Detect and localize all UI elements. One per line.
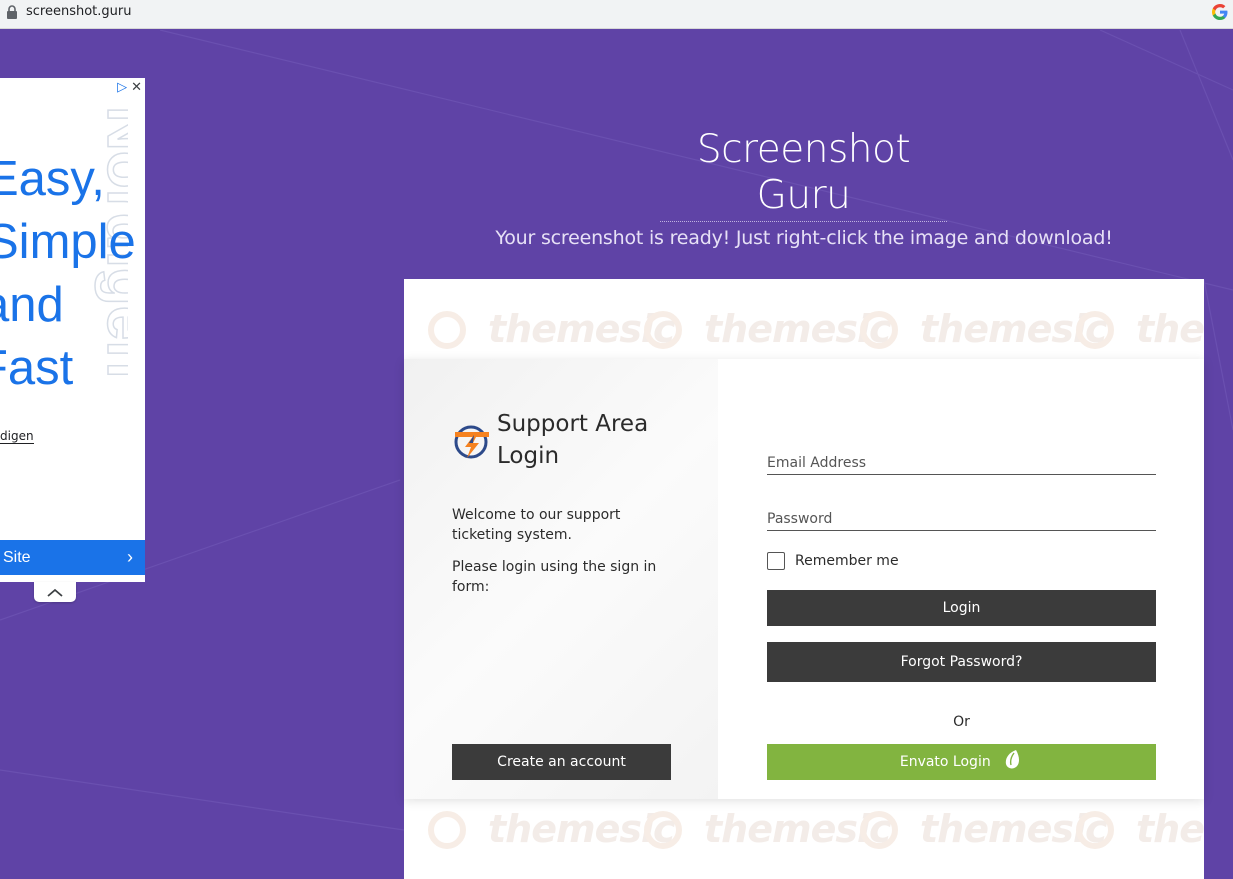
remember-me-label[interactable]: Remember me xyxy=(795,553,899,569)
envato-login-label: Envato Login xyxy=(899,754,991,770)
forgot-password-button[interactable]: Forgot Password? xyxy=(767,642,1156,682)
login-card: Support Area Login Welcome to our suppor… xyxy=(404,359,1204,799)
ad-play-icon[interactable]: ▷ xyxy=(117,80,127,95)
watermark-text: themesic xyxy=(1136,807,1204,851)
envato-login-button[interactable]: Envato Login xyxy=(767,744,1156,780)
ad-banner[interactable]: ▷✕ Nordigen Easy, Simple and Fast digen … xyxy=(0,78,145,582)
watermark-logo-icon xyxy=(1076,311,1114,349)
login-title: Support Area Login xyxy=(497,411,649,469)
ad-choices[interactable]: ▷ ✕ xyxy=(117,80,142,95)
or-divider: Or xyxy=(953,714,970,730)
google-icon[interactable] xyxy=(1211,3,1229,21)
browser-address-bar[interactable]: screenshot.guru xyxy=(0,0,1233,29)
ad-line: Easy, xyxy=(0,152,105,206)
ad-close-icon[interactable]: ✕ xyxy=(131,80,142,95)
watermark-logo-icon xyxy=(860,311,898,349)
ad-line: and xyxy=(0,278,64,332)
ad-collapse-tab[interactable] xyxy=(34,582,76,602)
watermark-logo-icon xyxy=(428,311,466,349)
watermark-logo-icon xyxy=(644,311,682,349)
watermark-logo-icon xyxy=(644,811,682,849)
remember-me-checkbox[interactable] xyxy=(767,552,785,570)
create-account-button[interactable]: Create an account xyxy=(452,744,671,780)
instructions-text: Please login using the sign in form: xyxy=(452,559,657,595)
watermark-logo-icon xyxy=(1076,811,1114,849)
ad-link[interactable]: digen xyxy=(0,429,34,444)
password-field-wrap xyxy=(767,508,1156,531)
welcome-text: Welcome to our support ticketing system. xyxy=(452,507,621,543)
ad-headline[interactable]: Easy, Simple and Fast xyxy=(0,148,136,400)
envato-leaf-icon xyxy=(1005,750,1020,769)
page-subtitle: Your screenshot is ready! Just right-cli… xyxy=(495,227,1113,249)
ad-site-button-label: Site xyxy=(3,549,31,566)
remember-me-row[interactable]: Remember me xyxy=(767,552,967,572)
chevron-right-icon: › xyxy=(127,547,133,567)
url-text[interactable]: screenshot.guru xyxy=(26,4,132,19)
email-input[interactable] xyxy=(767,452,1156,474)
site-title: Screenshot Guru xyxy=(660,127,947,222)
watermark-logo-icon xyxy=(860,811,898,849)
watermark-text: themesic xyxy=(1136,307,1204,351)
lock-icon xyxy=(7,5,17,19)
login-button[interactable]: Login xyxy=(767,590,1156,626)
login-info-pane: Support Area Login Welcome to our suppor… xyxy=(404,359,718,799)
ad-line: Fast xyxy=(0,341,74,395)
watermark-row: themesic themesic themesic themesic xyxy=(404,297,1204,367)
email-field-wrap xyxy=(767,452,1156,475)
ad-site-button[interactable]: Site › xyxy=(0,540,145,575)
brand-logo-icon xyxy=(454,425,489,459)
ad-line: Simple xyxy=(0,215,136,269)
chevron-up-icon xyxy=(47,588,63,597)
watermark-logo-icon xyxy=(428,811,466,849)
watermark-row: themesic themesic themesic themesic xyxy=(404,797,1204,867)
password-input[interactable] xyxy=(767,508,1156,530)
